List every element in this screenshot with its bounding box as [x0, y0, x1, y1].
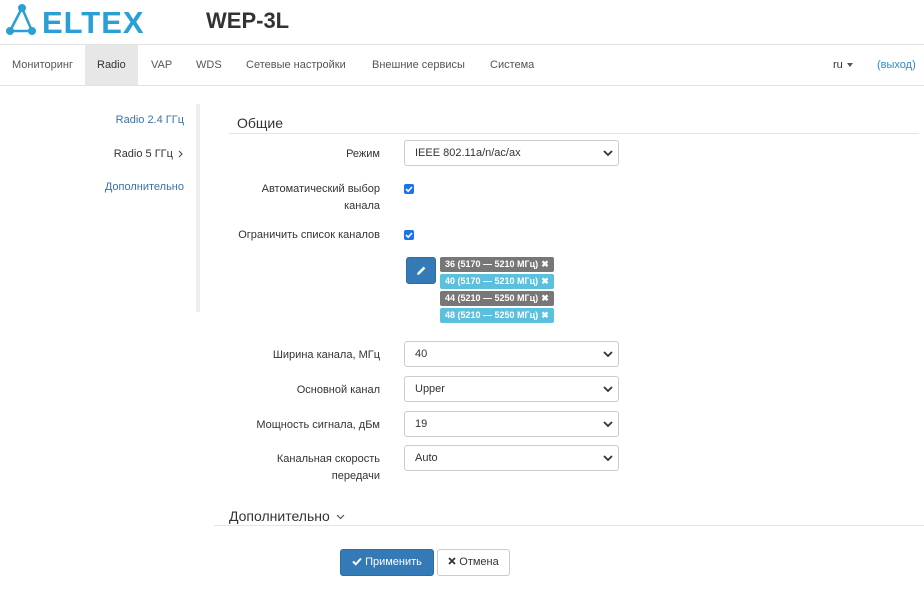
mode-select[interactable]: IEEE 802.11a/n/ac/ax	[404, 140, 619, 166]
eltex-logo[interactable]: ELTEX	[4, 3, 164, 40]
remove-icon[interactable]: ✖	[541, 310, 549, 320]
auto-channel-label: Автоматический выбор канала	[180, 181, 380, 215]
advanced-section-toggle[interactable]: Дополнительно	[229, 508, 345, 524]
device-model-title: WEP-3L	[206, 8, 290, 33]
remove-icon[interactable]: ✖	[541, 276, 549, 286]
limit-channels-checkbox[interactable]	[404, 230, 414, 240]
advanced-section-title: Дополнительно	[229, 508, 330, 524]
power-select-value: 19	[415, 418, 428, 430]
nav-tab-radio[interactable]: Radio	[85, 45, 138, 85]
remove-icon[interactable]: ✖	[541, 293, 549, 303]
section-divider	[229, 133, 919, 134]
power-select[interactable]: 19	[404, 411, 619, 437]
chevron-down-icon	[603, 386, 613, 393]
language-dropdown[interactable]: ru	[833, 45, 853, 85]
times-icon	[448, 557, 456, 565]
section-divider	[214, 525, 924, 526]
rate-label-line2: передачи	[331, 470, 380, 482]
nav-tab-network-settings[interactable]: Сетевые настройки	[234, 45, 358, 85]
chevron-down-icon	[603, 421, 613, 428]
caret-down-icon	[846, 63, 853, 68]
sidebar-item-advanced[interactable]: Дополнительно	[105, 181, 184, 193]
cancel-button-label: Отмена	[459, 556, 499, 568]
nav-tab-vap[interactable]: VAP	[139, 45, 184, 85]
header: ELTEX WEP-3L	[0, 0, 924, 44]
channel-tag-40[interactable]: 40 (5170 — 5210 МГц) ✖	[440, 274, 554, 289]
mode-select-value: IEEE 802.11a/n/ac/ax	[415, 147, 521, 159]
primary-channel-select[interactable]: Upper	[404, 376, 619, 402]
top-navbar: Мониторинг Radio VAP WDS Сетевые настрой…	[0, 44, 924, 86]
logout-link[interactable]: (выход)	[877, 45, 916, 85]
edit-channels-button[interactable]	[406, 257, 436, 284]
nav-tab-system[interactable]: Система	[478, 45, 546, 85]
pencil-icon	[417, 266, 426, 275]
sidebar-item-radio-24[interactable]: Radio 2.4 ГГц	[116, 114, 184, 126]
nav-tab-external-services[interactable]: Внешние сервисы	[360, 45, 477, 85]
chevron-down-icon	[603, 351, 613, 358]
nav-tab-wds[interactable]: WDS	[184, 45, 234, 85]
chevron-down-icon	[603, 150, 613, 157]
check-icon	[405, 186, 413, 193]
chevron-down-icon	[336, 514, 345, 520]
nav-tab-monitoring[interactable]: Мониторинг	[0, 45, 85, 85]
primary-channel-label: Основной канал	[296, 384, 380, 396]
bandwidth-select-value: 40	[415, 348, 428, 360]
rate-label: Канальная скорость передачи	[180, 451, 380, 485]
sidebar-item-label: Radio 5 ГГц	[113, 148, 173, 160]
bandwidth-select[interactable]: 40	[404, 341, 619, 367]
section-title-general: Общие	[237, 115, 284, 131]
channel-tag-label: 48 (5210 — 5250 МГц)	[445, 310, 539, 320]
channel-tag-36[interactable]: 36 (5170 — 5210 МГц) ✖	[440, 257, 554, 272]
bandwidth-label: Ширина канала, МГц	[272, 349, 380, 361]
primary-channel-select-value: Upper	[415, 383, 445, 395]
chevron-down-icon	[603, 455, 613, 462]
channel-tag-48[interactable]: 48 (5210 — 5250 МГц) ✖	[440, 308, 554, 323]
rate-label-line1: Канальная скорость	[276, 453, 380, 465]
channel-tag-label: 40 (5170 — 5210 МГц)	[445, 276, 539, 286]
channel-tag-label: 36 (5170 — 5210 МГц)	[445, 259, 539, 269]
apply-button-label: Применить	[365, 556, 422, 568]
language-value: ru	[833, 59, 843, 71]
check-icon	[405, 232, 413, 239]
sidebar-item-radio-5[interactable]: Radio 5 ГГц	[114, 148, 184, 160]
power-label: Мощность сигнала, дБм	[256, 419, 380, 431]
rate-select-value: Auto	[415, 452, 438, 464]
rate-select[interactable]: Auto	[404, 445, 619, 471]
channel-tag-label: 44 (5210 — 5250 МГц)	[445, 293, 539, 303]
auto-channel-label-line2: канала	[344, 200, 380, 212]
remove-icon[interactable]: ✖	[541, 259, 549, 269]
eltex-network-icon: ELTEX	[6, 4, 145, 40]
cancel-button[interactable]: Отмена	[437, 549, 510, 576]
mode-label: Режим	[346, 148, 380, 160]
channel-tag-44[interactable]: 44 (5210 — 5250 МГц) ✖	[440, 291, 554, 306]
logo-text: ELTEX	[42, 5, 145, 39]
auto-channel-label-line1: Автоматический выбор	[261, 183, 380, 195]
auto-channel-checkbox[interactable]	[404, 184, 414, 194]
limit-channels-label: Ограничить список каналов	[238, 229, 380, 241]
apply-button[interactable]: Применить	[340, 549, 434, 576]
check-icon	[352, 557, 362, 566]
